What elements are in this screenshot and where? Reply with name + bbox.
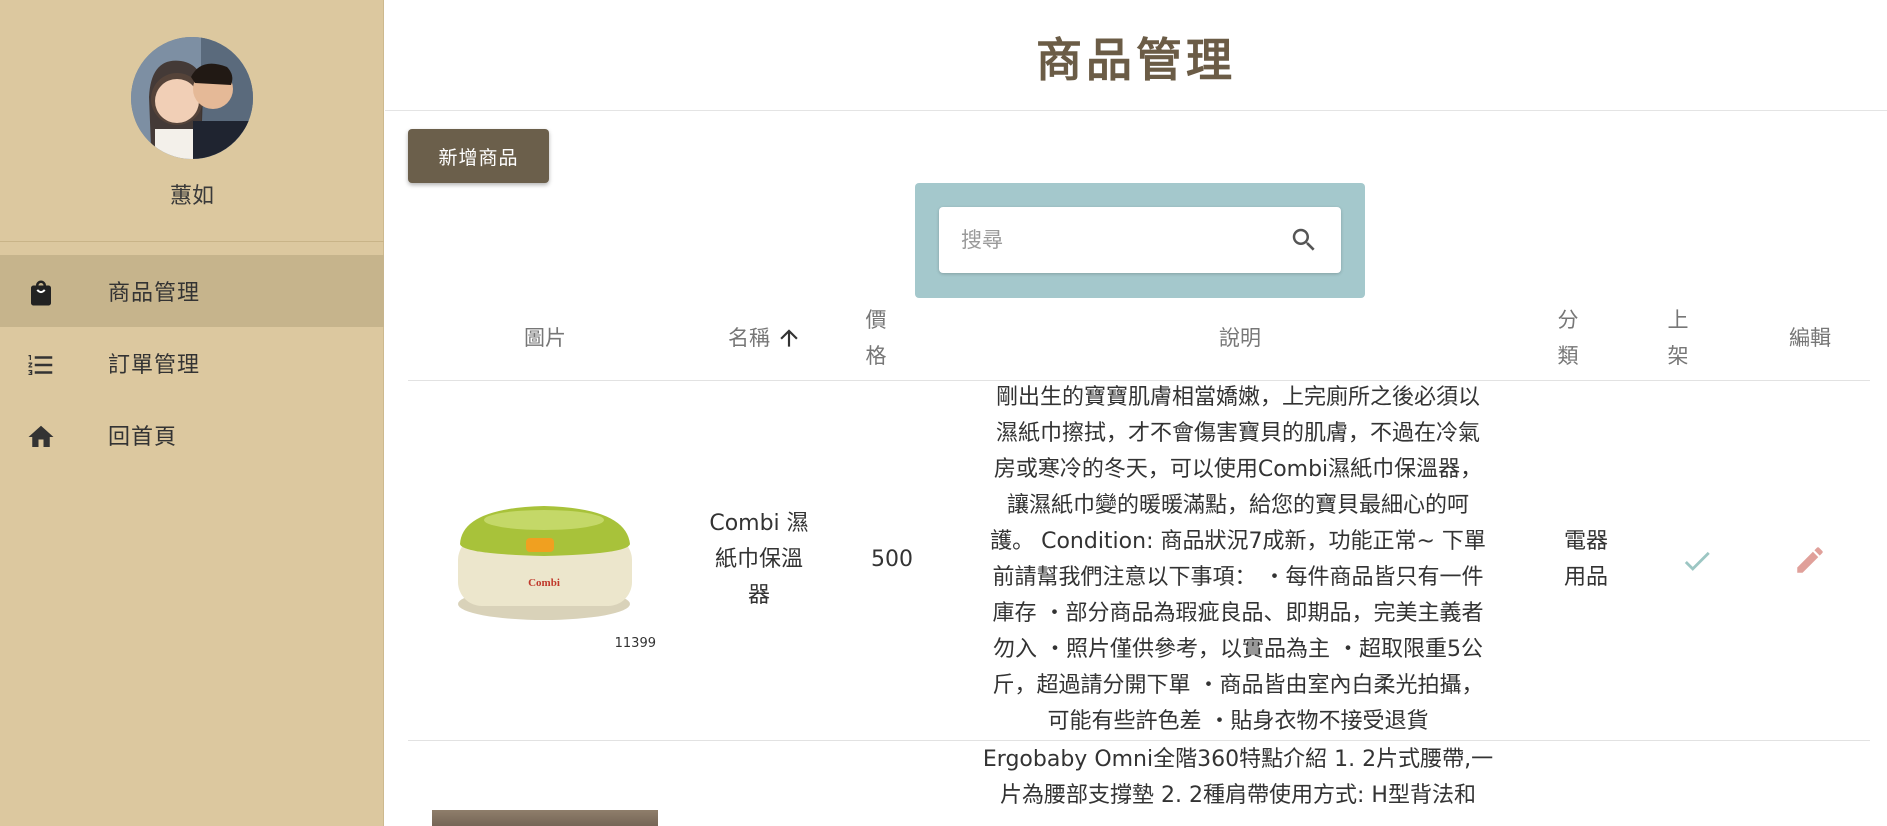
column-header-published-line: 架: [1667, 344, 1689, 368]
list-icon: [28, 355, 53, 375]
column-header-name[interactable]: 名稱: [710, 320, 820, 356]
svg-text:Combi: Combi: [528, 577, 560, 589]
product-description: Ergobaby Omni全階360特點介紹 1. 2片式腰帶,一 片為腰部支撐…: [968, 742, 1508, 814]
description-line: 前請幫我們注意以下事項： ・每件商品皆只有一件: [992, 565, 1484, 590]
description-line: 勿入 ・照片僅供參考，以實品為主 ・超取限重5公: [993, 637, 1483, 662]
search-icon[interactable]: [1289, 225, 1319, 255]
product-description: 剛出生的寶寶肌膚相當嬌嫩，上完廁所之後必須以 濕紙巾擦拭，才不會傷害寶貝的肌膚，…: [968, 380, 1508, 740]
description-line: 片為腰部支撐墊 2. 2種肩帶使用方式: H型背法和: [1000, 783, 1476, 808]
product-category-line: 電器: [1563, 529, 1608, 554]
description-line: 讓濕紙巾變的暖暖滿點，給您的寶貝最細心的呵: [1006, 493, 1469, 518]
sidebar-item-label: 訂單管理: [108, 353, 201, 378]
description-line: 剛出生的寶寶肌膚相當嬌嫩，上完廁所之後必須以: [995, 385, 1480, 410]
published-check-icon[interactable]: [1680, 544, 1714, 578]
description-line: Ergobaby Omni全階360特點介紹 1. 2片式腰帶,一: [982, 747, 1494, 772]
sort-ascending-icon[interactable]: [776, 325, 802, 351]
sidebar-item-label: 回首頁: [108, 425, 178, 450]
description-line: 庫存 ・部分商品為瑕疵良品、即期品，完美主義者: [992, 601, 1484, 626]
column-header-published-line: 上: [1667, 308, 1689, 332]
column-header-category-line: 類: [1557, 344, 1579, 368]
description-line: 斤，超過請分開下單 ・商品皆由室內白柔光拍攝，: [992, 673, 1484, 698]
product-name-line: 紙巾保溫: [714, 547, 803, 572]
search-box: [939, 207, 1341, 273]
column-header-price-line: 格: [865, 344, 887, 368]
product-category-line: 用品: [1563, 565, 1608, 590]
description-line: 房或寒冷的冬天，可以使用Combi濕紙巾保溫器，: [993, 457, 1483, 482]
sidebar-item-home[interactable]: 回首頁: [0, 399, 384, 471]
description-line: 護。 Condition: 商品狀況7成新，功能正常~ 下單: [990, 529, 1486, 554]
product-category: 電器 用品: [1546, 524, 1626, 596]
edit-pencil-icon[interactable]: [1793, 543, 1827, 577]
search-input[interactable]: [961, 225, 1281, 255]
column-header-image: 圖片: [524, 326, 566, 350]
product-name-line: 器: [747, 583, 770, 608]
sidebar: 蕙如 商品管理 訂單管理 回首頁: [0, 0, 384, 826]
user-name: 蕙如: [169, 184, 214, 209]
column-header-price-line: 價: [865, 308, 887, 332]
column-header-category-line: 分: [1557, 308, 1579, 332]
column-header-name-label: 名稱: [728, 326, 770, 350]
sidebar-item-products[interactable]: 商品管理: [0, 255, 384, 327]
page-title: 商品管理: [1036, 33, 1236, 87]
column-header-description: 說明: [1219, 326, 1261, 350]
column-header-edit: 編輯: [1789, 326, 1831, 350]
column-header-published: 上 架: [1660, 302, 1696, 374]
shopping-bag-icon: [31, 280, 51, 306]
profile-section: 蕙如: [0, 0, 384, 242]
column-header-category: 分 類: [1550, 302, 1586, 374]
search-panel: [915, 183, 1365, 298]
home-icon: [28, 425, 54, 447]
sidebar-item-orders[interactable]: 訂單管理: [0, 327, 384, 399]
sidebar-item-label: 商品管理: [108, 281, 201, 306]
product-image: [432, 810, 658, 826]
column-header-price: 價 格: [858, 302, 894, 374]
product-image-caption: 11399: [614, 636, 656, 651]
row-divider: [408, 740, 1870, 741]
product-price: 500: [871, 547, 913, 572]
description-line: 可能有些許色差 ・貼身衣物不接受退貨: [1047, 709, 1429, 734]
avatar: [131, 37, 253, 159]
page-header: 商品管理: [385, 0, 1887, 111]
description-line: 濕紙巾擦拭，才不會傷害寶貝的肌膚，不過在冷氣: [995, 421, 1480, 446]
product-name: Combi 濕 紙巾保溫 器: [698, 506, 820, 614]
add-product-button[interactable]: 新增商品: [408, 129, 549, 183]
product-name-line: Combi 濕: [709, 511, 809, 536]
